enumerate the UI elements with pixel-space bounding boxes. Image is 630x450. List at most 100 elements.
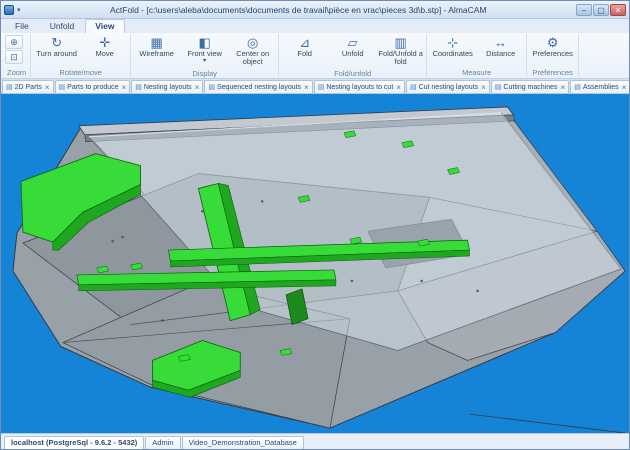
coordinates-label: Coordinates: [432, 50, 472, 58]
ribbon-tab-unfold[interactable]: Unfold: [40, 19, 85, 33]
fold-icon: ⊿: [299, 35, 310, 50]
status-tab-database-connection[interactable]: localhost (PostgreSql - 9.6.2 - 5432): [4, 436, 144, 449]
document-icon: ▤: [574, 83, 581, 91]
tab-label: Nesting layouts: [144, 84, 192, 91]
tab-assemblies[interactable]: ▤ Assemblies ×: [570, 80, 629, 93]
close-tab-icon[interactable]: ×: [396, 84, 401, 91]
close-tab-icon[interactable]: ×: [45, 84, 50, 91]
tab-cut-nesting-layouts[interactable]: ▤ Cut nesting layouts ×: [406, 80, 490, 93]
tab-nesting-layouts[interactable]: ▤ Nesting layouts ×: [131, 80, 203, 93]
center-on-object-label: Center on object: [229, 50, 276, 67]
wireframe-label: Wireframe: [139, 50, 174, 58]
document-icon: ▤: [410, 83, 417, 91]
tab-label: Cut nesting layouts: [419, 84, 479, 91]
status-tab-database-name[interactable]: Video_Demonstration_Database: [182, 436, 304, 449]
move-icon: ✛: [99, 35, 110, 50]
window-title: ActFold - [c:\users\aleba\documents\docu…: [24, 5, 573, 15]
3d-model-canvas: [1, 94, 629, 433]
move-label: Move: [96, 50, 114, 58]
fold-unfold-a-fold-label: Fold/Unfold a fold: [377, 50, 424, 67]
close-tab-icon[interactable]: ×: [304, 84, 309, 91]
turn-around-label: Turn around: [36, 50, 77, 58]
ribbon-tab-view[interactable]: View: [85, 19, 124, 33]
close-tab-icon[interactable]: ×: [561, 84, 566, 91]
wireframe-icon: ▦: [151, 35, 163, 50]
document-icon: ▤: [135, 83, 142, 91]
status-bar: localhost (PostgreSql - 9.6.2 - 5432) Ad…: [1, 433, 629, 449]
tab-parts-to-produce[interactable]: ▤ Parts to produce ×: [55, 80, 131, 93]
fold-label: Fold: [297, 50, 312, 58]
fold-unfold-icon: ▥: [395, 35, 407, 50]
unfold-label: Unfold: [342, 50, 364, 58]
group-label-zoom: Zoom: [5, 67, 28, 77]
coordinates-button[interactable]: ⊹ Coordinates: [429, 34, 476, 59]
document-icon: ▤: [6, 83, 13, 91]
group-label-fold-unfold: Fold/unfold: [281, 68, 424, 78]
ribbon-group-preferences: ⚙ Preferences Preferences: [527, 34, 579, 77]
tab-label: Assemblies: [583, 84, 619, 91]
tab-label: 2D Parts: [15, 84, 42, 91]
3d-viewport[interactable]: [1, 94, 629, 433]
document-icon: ▤: [208, 83, 215, 91]
minimize-button[interactable]: –: [576, 4, 592, 16]
status-tab-user[interactable]: Admin: [145, 436, 180, 449]
preferences-button[interactable]: ⚙ Preferences: [529, 34, 576, 59]
title-bar: ▾ ActFold - [c:\users\aleba\documents\do…: [1, 1, 629, 19]
ribbon-group-measure: ⊹ Coordinates ↔ Distance Measure: [427, 34, 527, 77]
ribbon-group-zoom: ⊕ ⊡ Zoom: [3, 34, 31, 77]
front-view-button[interactable]: ◧ Front view ▾: [181, 34, 228, 66]
close-tab-icon[interactable]: ×: [481, 84, 486, 91]
unfold-icon: ▱: [348, 35, 358, 50]
move-button[interactable]: ✛ Move: [81, 34, 128, 59]
document-icon: ▤: [318, 83, 325, 91]
document-icon: ▤: [495, 83, 502, 91]
ribbon-group-rotate-move: ↻ Turn around ✛ Move Rotate/move: [31, 34, 131, 77]
close-tab-icon[interactable]: ×: [622, 84, 627, 91]
zoom-in-icon[interactable]: ⊕: [5, 35, 23, 49]
group-label-measure: Measure: [429, 67, 524, 77]
coordinates-icon: ⊹: [447, 35, 458, 50]
unfold-button[interactable]: ▱ Unfold: [329, 34, 376, 59]
front-view-icon: ◧: [199, 35, 211, 50]
document-tab-bar: ▤ 2D Parts × ▤ Parts to produce × ▤ Nest…: [1, 79, 629, 94]
close-tab-icon[interactable]: ×: [122, 84, 127, 91]
tab-label: Parts to produce: [67, 84, 118, 91]
app-icon[interactable]: [4, 5, 14, 15]
tab-label: Nesting layouts to cut: [326, 84, 393, 91]
application-window: ▾ ActFold - [c:\users\aleba\documents\do…: [0, 0, 630, 450]
quick-access-dropdown-icon[interactable]: ▾: [17, 6, 21, 14]
wireframe-button[interactable]: ▦ Wireframe: [133, 34, 180, 59]
center-on-object-button[interactable]: ◎ Center on object: [229, 34, 276, 68]
fold-unfold-a-fold-button[interactable]: ▥ Fold/Unfold a fold: [377, 34, 424, 68]
document-icon: ▤: [59, 83, 66, 91]
close-button[interactable]: ✕: [610, 4, 626, 16]
orbit-icon: ↻: [51, 35, 62, 50]
turn-around-button[interactable]: ↻ Turn around: [33, 34, 80, 59]
preferences-label: Preferences: [532, 50, 572, 58]
window-controls: – ▢ ✕: [576, 4, 626, 16]
chevron-down-icon[interactable]: ▾: [203, 58, 206, 65]
distance-label: Distance: [486, 50, 515, 58]
center-object-icon: ◎: [247, 35, 258, 50]
ribbon-group-display: ▦ Wireframe ◧ Front view ▾ ◎ Center on o…: [131, 34, 279, 77]
fold-button[interactable]: ⊿ Fold: [281, 34, 328, 59]
front-view-label: Front view: [187, 50, 222, 58]
tab-nesting-layouts-to-cut[interactable]: ▤ Nesting layouts to cut ×: [314, 80, 405, 93]
ribbon-group-fold-unfold: ⊿ Fold ▱ Unfold ▥ Fold/Unfold a fold Fol…: [279, 34, 427, 77]
group-label-display: Display: [133, 68, 276, 78]
distance-button[interactable]: ↔ Distance: [477, 34, 524, 59]
tab-cutting-machines[interactable]: ▤ Cutting machines ×: [491, 80, 569, 93]
gear-icon: ⚙: [547, 35, 559, 50]
tab-label: Sequenced nesting layouts: [217, 84, 301, 91]
ribbon-tab-file[interactable]: File: [5, 19, 39, 33]
zoom-window-icon[interactable]: ⊡: [5, 50, 23, 64]
group-label-preferences: Preferences: [529, 67, 576, 77]
tab-label: Cutting machines: [503, 84, 557, 91]
maximize-button[interactable]: ▢: [593, 4, 609, 16]
distance-icon: ↔: [494, 35, 507, 50]
close-tab-icon[interactable]: ×: [195, 84, 200, 91]
tab-sequenced-nesting-layouts[interactable]: ▤ Sequenced nesting layouts ×: [204, 80, 312, 93]
tab-2d-parts[interactable]: ▤ 2D Parts ×: [2, 80, 54, 93]
ribbon-tab-bar: File Unfold View: [1, 19, 629, 33]
group-label-rotate-move: Rotate/move: [33, 67, 128, 77]
